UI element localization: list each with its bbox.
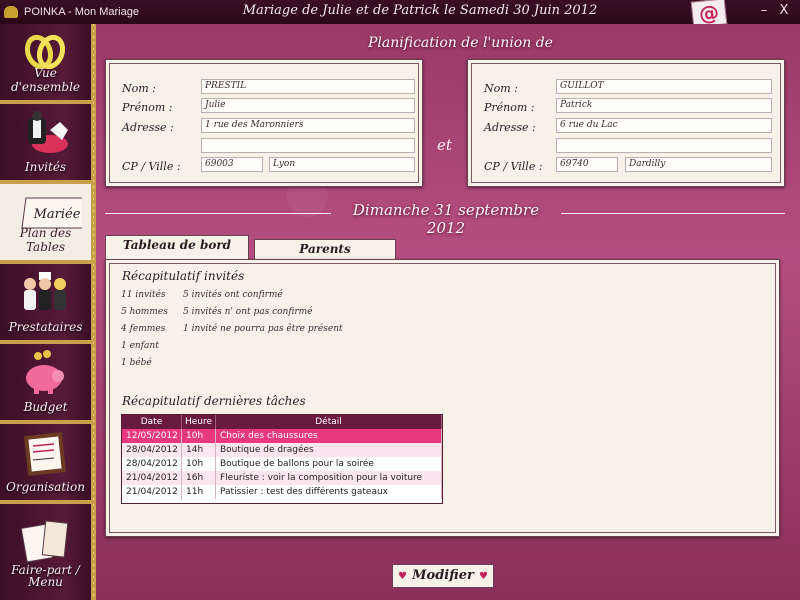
heart-icon: ♥ [398, 571, 407, 582]
heart-icon: ♥ [479, 571, 488, 582]
sidebar-item-label: Plan des Tables [19, 226, 72, 254]
modify-button[interactable]: ♥ Modifier ♥ [392, 564, 494, 588]
sidebar-item-label: Faire-part / Menu [11, 563, 80, 589]
union-title: Planification de l'union de [368, 35, 553, 51]
sidebar-item-label: Budget [23, 400, 68, 414]
table-row[interactable]: 21/04/2012 16h Fleuriste : voir la compo… [122, 471, 442, 485]
task-detail: Fleuriste : voir la composition pour la … [216, 471, 442, 485]
person2-card: Nom : GUILLOT Prénom : Patrick Adresse :… [467, 59, 785, 187]
label-cp-ville: CP / Ville : [122, 160, 181, 173]
modify-button-label: Modifier [412, 568, 474, 583]
table-row[interactable]: 12/05/2012 10h Choix des chaussures [122, 429, 442, 443]
person2-adresse-field[interactable]: 6 rue du Lac [556, 118, 772, 133]
guest-count-total: 11 invités [121, 290, 166, 300]
task-heure: 10h [182, 429, 216, 443]
guest-absent: 1 invité ne pourra pas être présent [183, 324, 343, 334]
tab-dashboard[interactable]: Tableau de bord [105, 235, 249, 259]
sidebar-item-organisation[interactable]: Organisation [0, 424, 91, 504]
column-header-date[interactable]: Date [122, 415, 182, 429]
invitation-icon [20, 520, 69, 563]
wedding-date-title: Dimanche 31 septembre 2012 [352, 201, 540, 237]
task-date: 21/04/2012 [122, 471, 182, 485]
window-title: Mariage de Julie et de Patrick le Samedi… [242, 3, 598, 18]
person2-ville-field[interactable]: Dardilly [625, 157, 772, 172]
app-logo-icon [4, 6, 18, 18]
guest-unconfirmed: 5 invités n' ont pas confirmé [183, 307, 313, 317]
dashboard-panel: Récapitulatif invités 11 invités 5 homme… [105, 259, 780, 537]
clipboard-icon [24, 432, 66, 476]
task-detail: Boutique de ballons pour la soirée [216, 457, 442, 471]
sidebar-item-guests[interactable]: Invités [0, 104, 91, 184]
table-row[interactable]: 28/04/2012 10h Boutique de ballons pour … [122, 457, 442, 471]
guest-confirmed: 5 invités ont confirmé [183, 290, 283, 300]
label-adresse: Adresse : [484, 121, 536, 134]
person2-adresse2-field[interactable] [556, 138, 772, 153]
guests-summary-title: Récapitulatif invités [122, 269, 245, 283]
task-date: 28/04/2012 [122, 443, 182, 457]
person1-nom-field[interactable]: PRESTIL [201, 79, 415, 94]
task-date: 28/04/2012 [122, 457, 182, 471]
title-bar: POINKA - Mon Mariage Mariage de Julie et… [0, 0, 800, 28]
task-heure: 14h [182, 443, 216, 457]
column-header-heure[interactable]: Heure [182, 415, 216, 429]
person1-ville-field[interactable]: Lyon [269, 157, 415, 172]
task-heure: 10h [182, 457, 216, 471]
sidebar-item-table-plan[interactable]: Mariée Plan des Tables [0, 184, 91, 264]
task-date: 12/05/2012 [122, 429, 182, 443]
app-name: POINKA - Mon Mariage [24, 6, 139, 18]
label-adresse: Adresse : [122, 121, 174, 134]
close-button[interactable]: X [776, 3, 792, 19]
column-header-detail[interactable]: Détail [216, 415, 442, 429]
task-detail: Patissier : test des différents gateaux [216, 485, 442, 499]
guest-count-women: 4 femmes [121, 324, 166, 334]
table-row[interactable]: 28/04/2012 14h Boutique de dragées [122, 443, 442, 457]
guests-icon [28, 111, 68, 153]
task-detail: Boutique de dragées [216, 443, 442, 457]
divider [105, 213, 331, 214]
tasks-table: Date Heure Détail 12/05/2012 10h Choix d… [121, 414, 443, 504]
tasks-summary-title: Récapitulatif dernières tâches [122, 394, 306, 408]
person1-cp-field[interactable]: 69003 [201, 157, 263, 172]
guest-count-men: 5 hommes [121, 307, 168, 317]
table-row[interactable]: 21/04/2012 11h Patissier : test des diff… [122, 485, 442, 499]
tab-parents[interactable]: Parents [254, 239, 396, 259]
task-detail: Choix des chaussures [216, 429, 442, 443]
sidebar-item-budget[interactable]: Budget [0, 344, 91, 424]
label-cp-ville: CP / Ville : [484, 160, 543, 173]
and-label: et [437, 136, 452, 154]
label-nom: Nom : [484, 82, 518, 95]
tasks-table-header: Date Heure Détail [122, 415, 442, 429]
task-date: 21/04/2012 [122, 485, 182, 499]
task-heure: 11h [182, 485, 216, 499]
person1-adresse2-field[interactable] [201, 138, 415, 153]
minimize-button[interactable]: – [756, 3, 772, 19]
person1-adresse-field[interactable]: 1 rue des Maronniers [201, 118, 415, 133]
sidebar: Vue d'ensemble Invités Mariée Plan des T… [0, 24, 96, 600]
guest-count-children: 1 enfant [121, 341, 159, 351]
person1-card: Nom : PRESTIL Prénom : Julie Adresse : 1… [105, 59, 423, 187]
task-heure: 16h [182, 471, 216, 485]
providers-icon [24, 272, 66, 310]
person2-cp-field[interactable]: 69740 [556, 157, 618, 172]
sidebar-item-label: Organisation [6, 480, 85, 494]
sidebar-item-providers[interactable]: Prestataires [0, 264, 91, 344]
label-prenom: Prénom : [122, 101, 173, 114]
table-card-text: Mariée [33, 207, 81, 222]
guest-count-babies: 1 bébé [121, 358, 152, 368]
sidebar-item-overview[interactable]: Vue d'ensemble [0, 24, 91, 104]
sidebar-item-invitations[interactable]: Faire-part / Menu [0, 504, 91, 600]
main-content: Planification de l'union de Nom : PRESTI… [96, 24, 800, 600]
sidebar-item-label: Vue d'ensemble [10, 66, 81, 94]
label-nom: Nom : [122, 82, 156, 95]
divider [561, 213, 785, 214]
person1-prenom-field[interactable]: Julie [201, 98, 415, 113]
person2-prenom-field[interactable]: Patrick [556, 98, 772, 113]
sidebar-item-label: Prestataires [8, 320, 83, 334]
piggy-bank-icon [26, 350, 64, 394]
person2-nom-field[interactable]: GUILLOT [556, 79, 772, 94]
sidebar-item-label: Invités [24, 160, 67, 174]
label-prenom: Prénom : [484, 101, 535, 114]
